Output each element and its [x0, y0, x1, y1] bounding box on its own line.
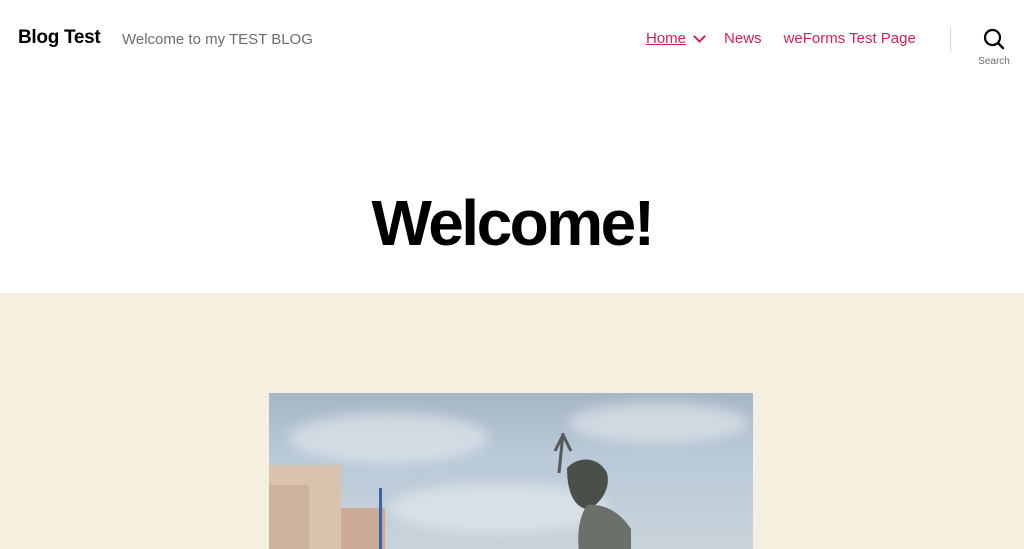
featured-image: [269, 393, 753, 549]
search-label: Search: [978, 56, 1010, 67]
nav-item-weforms-test-page[interactable]: weForms Test Page: [784, 30, 916, 47]
nav-item-news[interactable]: News: [724, 30, 762, 47]
site-title[interactable]: Blog Test: [18, 27, 101, 49]
primary-nav: Home News weForms Test Page: [646, 29, 916, 47]
statue-image: [553, 433, 631, 549]
chevron-down-icon[interactable]: [693, 29, 706, 43]
page-title: Welcome!: [371, 186, 655, 259]
search-button[interactable]: Search: [972, 28, 1016, 68]
search-icon: [983, 28, 1005, 50]
nav-item-home[interactable]: Home: [646, 30, 686, 47]
header-divider: [950, 27, 951, 51]
site-header: Blog Test Welcome to my TEST BLOG Home N…: [0, 0, 1024, 80]
site-description: Welcome to my TEST BLOG: [122, 31, 313, 48]
